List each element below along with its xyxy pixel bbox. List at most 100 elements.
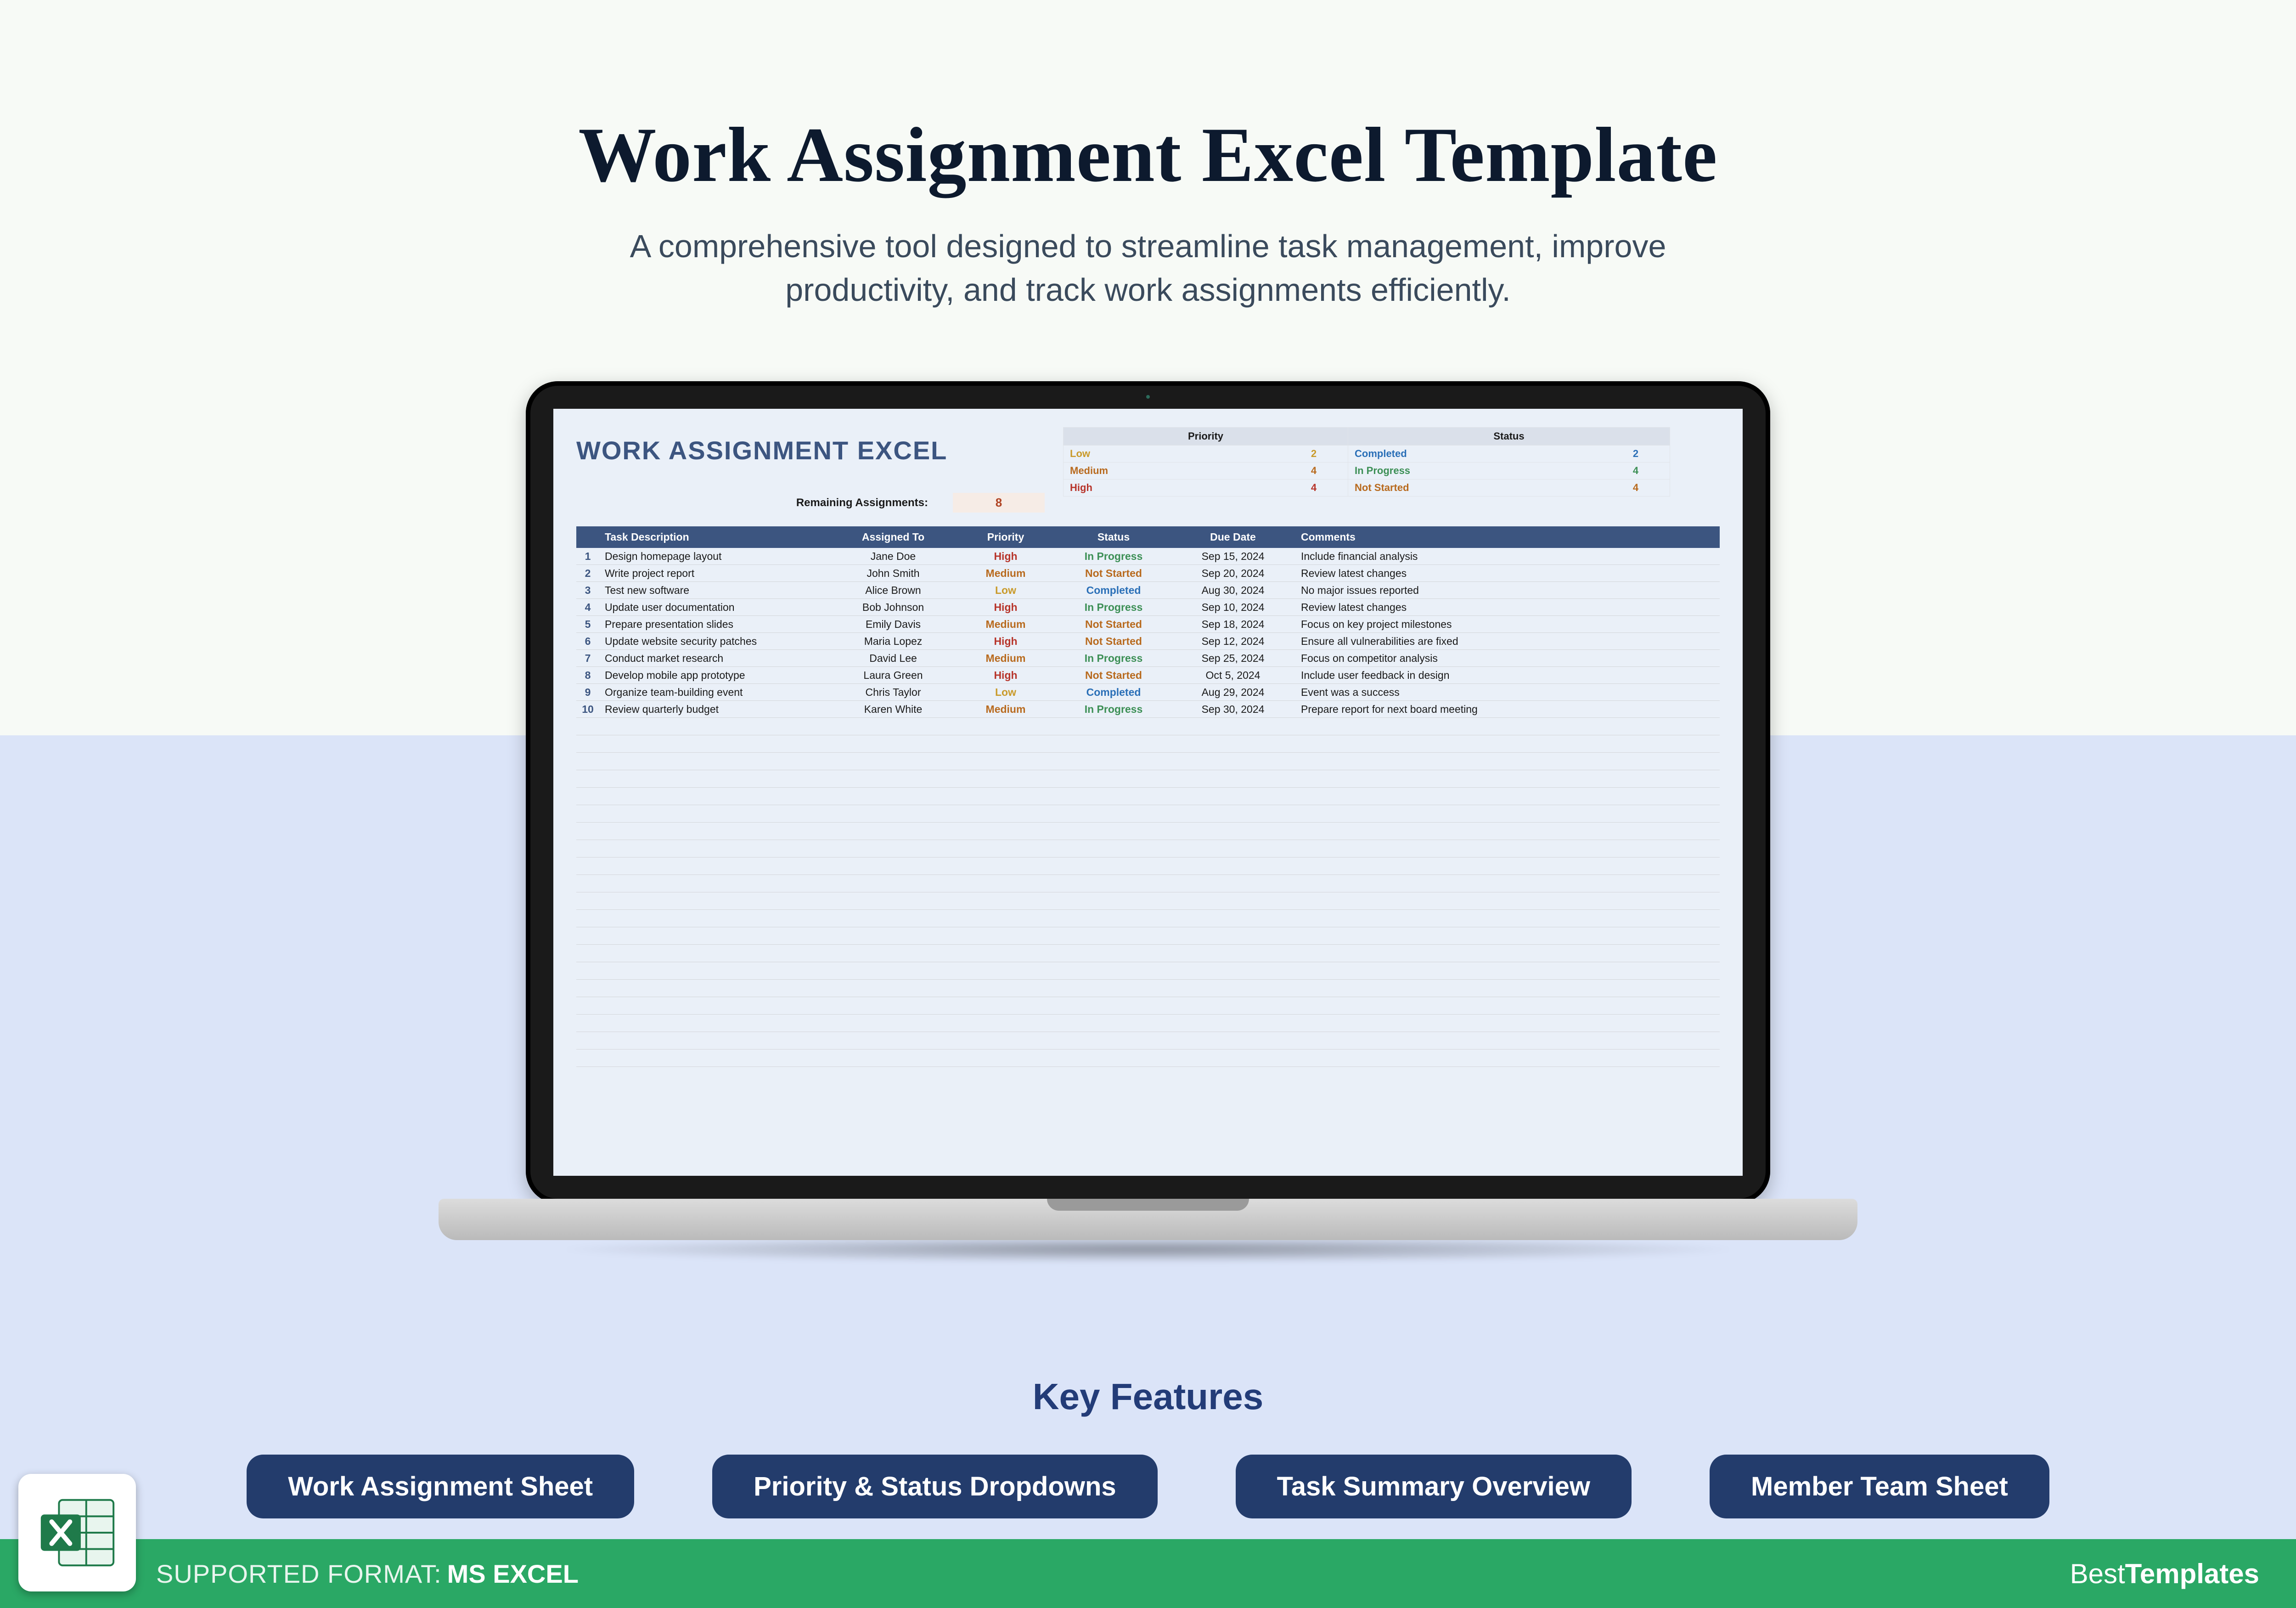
priority-summary-row: Low2 <box>1064 445 1348 462</box>
table-empty-row <box>576 718 1720 735</box>
table-body: 1Design homepage layoutJane DoeHighIn Pr… <box>576 548 1720 718</box>
cell-due-date: Sep 20, 2024 <box>1173 565 1293 581</box>
col-header-number <box>576 526 599 548</box>
status-summary-label: Completed <box>1355 448 1608 460</box>
table-empty-row <box>576 753 1720 770</box>
feature-pill: Member Team Sheet <box>1710 1455 2049 1518</box>
cell-task-description: Conduct market research <box>599 650 829 666</box>
table-empty-row <box>576 735 1720 753</box>
feature-pill: Priority & Status Dropdowns <box>712 1455 1158 1518</box>
table-row: 1Design homepage layoutJane DoeHighIn Pr… <box>576 548 1720 565</box>
cell-priority: Medium <box>957 565 1054 581</box>
cell-due-date: Sep 15, 2024 <box>1173 548 1293 564</box>
page-subtitle: A comprehensive tool designed to streaml… <box>0 225 2296 311</box>
excel-icon-svg <box>34 1489 121 1576</box>
cell-due-date: Sep 18, 2024 <box>1173 616 1293 632</box>
cell-status: Completed <box>1054 684 1173 700</box>
sheet-title: WORK ASSIGNMENT EXCEL <box>576 435 1045 465</box>
page-title: Work Assignment Excel Template <box>0 110 2296 200</box>
brand-logo-text: BestTemplates <box>2070 1558 2259 1590</box>
priority-summary-label: High <box>1070 482 1286 494</box>
cell-row-number: 2 <box>576 565 599 581</box>
laptop-camera <box>1146 395 1150 399</box>
cell-task-description: Review quarterly budget <box>599 701 829 717</box>
table-row: 5Prepare presentation slidesEmily DavisM… <box>576 616 1720 633</box>
cell-comments: Review latest changes <box>1293 599 1720 615</box>
cell-task-description: Develop mobile app prototype <box>599 667 829 683</box>
col-header-desc: Task Description <box>599 526 829 548</box>
table-row: 3Test new softwareAlice BrownLowComplete… <box>576 582 1720 599</box>
priority-summary-value: 4 <box>1286 482 1341 494</box>
cell-priority: Low <box>957 582 1054 598</box>
table-empty-row <box>576 770 1720 788</box>
cell-due-date: Aug 30, 2024 <box>1173 582 1293 598</box>
cell-priority: Medium <box>957 616 1054 632</box>
priority-summary-header: Priority <box>1064 428 1348 445</box>
table-row: 7Conduct market researchDavid LeeMediumI… <box>576 650 1720 667</box>
table-empty-row <box>576 927 1720 945</box>
cell-row-number: 5 <box>576 616 599 632</box>
cell-comments: Prepare report for next board meeting <box>1293 701 1720 717</box>
table-empty-row <box>576 945 1720 962</box>
cell-comments: Focus on competitor analysis <box>1293 650 1720 666</box>
col-header-assigned: Assigned To <box>829 526 957 548</box>
cell-task-description: Design homepage layout <box>599 548 829 564</box>
feature-pill: Work Assignment Sheet <box>247 1455 634 1518</box>
cell-status: Not Started <box>1054 667 1173 683</box>
table-row: 4Update user documentationBob JohnsonHig… <box>576 599 1720 616</box>
cell-row-number: 10 <box>576 701 599 717</box>
cell-priority: High <box>957 548 1054 564</box>
status-summary-value: 2 <box>1608 448 1663 460</box>
cell-row-number: 6 <box>576 633 599 649</box>
subtitle-line-1: A comprehensive tool designed to streaml… <box>630 228 1666 264</box>
remaining-row: Remaining Assignments: 8 <box>576 493 1045 513</box>
cell-status: Not Started <box>1054 565 1173 581</box>
cell-task-description: Prepare presentation slides <box>599 616 829 632</box>
table-empty-row <box>576 892 1720 910</box>
cell-assigned-to: Bob Johnson <box>829 599 957 615</box>
table-row: 6Update website security patchesMaria Lo… <box>576 633 1720 650</box>
cell-priority: High <box>957 599 1054 615</box>
table-row: 10Review quarterly budgetKaren WhiteMedi… <box>576 701 1720 718</box>
excel-icon <box>18 1474 136 1591</box>
priority-summary-value: 2 <box>1286 448 1341 460</box>
cell-task-description: Update website security patches <box>599 633 829 649</box>
cell-assigned-to: Laura Green <box>829 667 957 683</box>
table-empty-row <box>576 875 1720 892</box>
cell-task-description: Write project report <box>599 565 829 581</box>
cell-row-number: 7 <box>576 650 599 666</box>
priority-summary-label: Medium <box>1070 465 1286 477</box>
cell-status: In Progress <box>1054 650 1173 666</box>
cell-status: Completed <box>1054 582 1173 598</box>
table-empty-row <box>576 823 1720 840</box>
hero-header: Work Assignment Excel Template A compreh… <box>0 0 2296 311</box>
cell-row-number: 9 <box>576 684 599 700</box>
remaining-label: Remaining Assignments: <box>576 497 953 509</box>
cell-assigned-to: David Lee <box>829 650 957 666</box>
status-summary-row: Completed2 <box>1348 445 1670 462</box>
cell-priority: Low <box>957 684 1054 700</box>
cell-assigned-to: Jane Doe <box>829 548 957 564</box>
cell-row-number: 3 <box>576 582 599 598</box>
cell-due-date: Oct 5, 2024 <box>1173 667 1293 683</box>
status-summary-value: 4 <box>1608 465 1663 477</box>
table-header-row: Task Description Assigned To Priority St… <box>576 526 1720 548</box>
subtitle-line-2: productivity, and track work assignments… <box>785 272 1511 308</box>
status-summary-row: In Progress4 <box>1348 462 1670 479</box>
table-empty-row <box>576 1015 1720 1032</box>
cell-comments: Include user feedback in design <box>1293 667 1720 683</box>
cell-task-description: Test new software <box>599 582 829 598</box>
priority-summary-label: Low <box>1070 448 1286 460</box>
cell-due-date: Sep 25, 2024 <box>1173 650 1293 666</box>
status-summary-label: In Progress <box>1355 465 1608 477</box>
table-empty-row <box>576 962 1720 980</box>
table-row: 9Organize team-building eventChris Taylo… <box>576 684 1720 701</box>
brand-bold: Templates <box>2125 1558 2259 1589</box>
table-empty-row <box>576 805 1720 823</box>
cell-priority: Medium <box>957 701 1054 717</box>
cell-due-date: Sep 30, 2024 <box>1173 701 1293 717</box>
cell-comments: Focus on key project milestones <box>1293 616 1720 632</box>
laptop-screen: WORK ASSIGNMENT EXCEL Remaining Assignme… <box>553 409 1743 1176</box>
priority-summary-value: 4 <box>1286 465 1341 477</box>
table-empty-row <box>576 858 1720 875</box>
